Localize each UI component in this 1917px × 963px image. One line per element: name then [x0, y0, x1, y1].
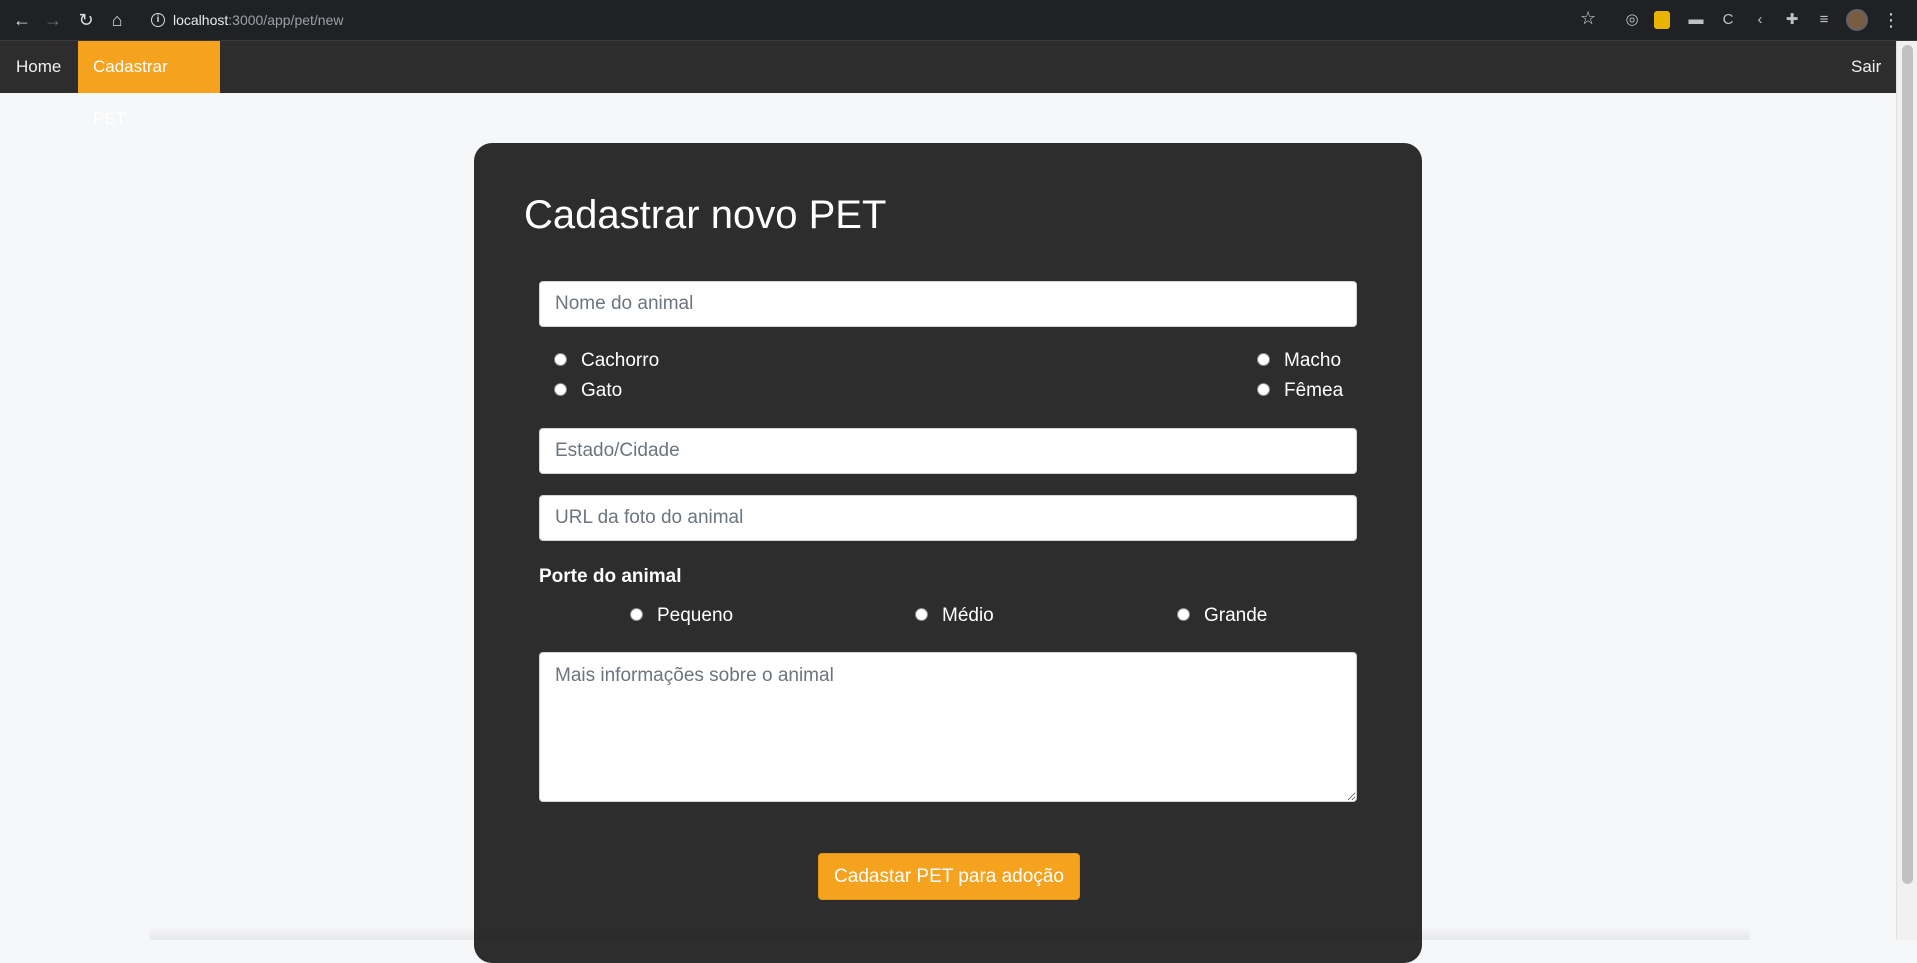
address-bar[interactable]: i localhost:3000/app/pet/new: [143, 7, 1613, 34]
profile-avatar[interactable]: [1846, 9, 1868, 31]
browser-menu-icon[interactable]: ⋮: [1880, 9, 1902, 31]
sex-male-label: Macho: [1284, 350, 1342, 371]
nav-home-link[interactable]: Home: [1, 41, 76, 93]
info-icon[interactable]: i: [151, 13, 165, 27]
page-scrollbar[interactable]: [1896, 41, 1917, 940]
size-section-label: Porte do animal: [539, 566, 682, 587]
page-title: Cadastrar novo PET: [524, 193, 887, 237]
size-medium-radio[interactable]: [915, 607, 928, 621]
sex-option-male[interactable]: Macho: [1257, 350, 1341, 372]
extension-target-icon[interactable]: ◎: [1622, 10, 1642, 30]
size-small-label: Pequeno: [657, 605, 734, 626]
size-large-radio[interactable]: [1177, 607, 1190, 621]
url-text: localhost:3000/app/pet/new: [173, 7, 343, 34]
species-option-dog[interactable]: Cachorro: [554, 350, 659, 372]
reading-list-icon[interactable]: ≡: [1814, 10, 1834, 30]
extensions-puzzle-icon[interactable]: ✚: [1782, 10, 1802, 30]
url-host: localhost: [173, 12, 229, 28]
size-option-medium[interactable]: Médio: [915, 605, 994, 627]
back-icon[interactable]: ←: [11, 9, 33, 31]
species-cat-radio[interactable]: [554, 382, 567, 396]
sex-female-label: Fêmea: [1284, 380, 1344, 401]
extension-arrow-icon[interactable]: ‹: [1750, 10, 1770, 30]
home-icon[interactable]: ⌂: [106, 9, 128, 31]
bookmark-star-icon[interactable]: ☆: [1580, 8, 1596, 29]
nav-logout-link[interactable]: Sair: [1836, 41, 1896, 93]
species-cat-label: Gato: [581, 380, 623, 401]
size-medium-label: Médio: [942, 605, 994, 626]
url-path: :3000/app/pet/new: [228, 12, 344, 28]
sex-male-radio[interactable]: [1257, 352, 1270, 366]
size-option-large[interactable]: Grande: [1177, 605, 1267, 627]
species-dog-label: Cachorro: [581, 350, 660, 371]
submit-pet-button[interactable]: Cadastar PET para adoção: [818, 853, 1080, 900]
size-option-small[interactable]: Pequeno: [630, 605, 733, 627]
extension-code-icon[interactable]: C: [1718, 10, 1738, 30]
species-option-cat[interactable]: Gato: [554, 380, 622, 402]
extension-chat-icon[interactable]: ▬: [1686, 10, 1706, 30]
browser-toolbar: ← → ↻ ⌂ i localhost:3000/app/pet/new ☆ ◎…: [0, 0, 1917, 41]
forward-icon[interactable]: →: [42, 9, 64, 31]
pet-name-input[interactable]: [539, 281, 1357, 327]
bottom-shadow: [150, 926, 1750, 940]
scrollbar-thumb[interactable]: [1902, 45, 1913, 884]
size-large-label: Grande: [1204, 605, 1268, 626]
size-small-radio[interactable]: [630, 607, 643, 621]
nav-register-pet-link[interactable]: Cadastrar PET: [78, 41, 220, 128]
extension-profile-icon[interactable]: [1654, 11, 1670, 29]
photo-url-input[interactable]: [539, 495, 1357, 541]
pet-form-card: Cadastrar novo PET Cachorro Gato Macho F…: [474, 143, 1422, 963]
reload-icon[interactable]: ↻: [75, 9, 97, 31]
species-dog-radio[interactable]: [554, 352, 567, 366]
location-input[interactable]: [539, 428, 1357, 474]
sex-option-female[interactable]: Fêmea: [1257, 380, 1343, 402]
more-info-textarea[interactable]: [539, 652, 1357, 802]
sex-female-radio[interactable]: [1257, 382, 1270, 396]
app-navbar: Home Cadastrar PET Sair: [0, 41, 1896, 128]
